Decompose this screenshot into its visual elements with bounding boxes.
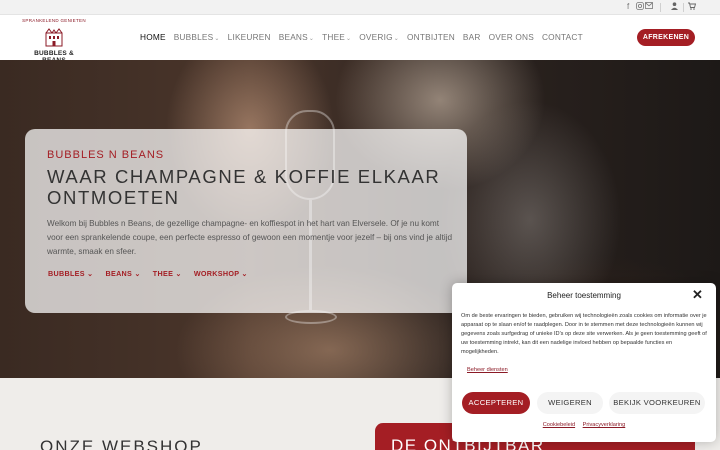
hero-link-bubbles[interactable]: BUBBLES ⌄ xyxy=(48,269,93,278)
chevron-down-icon: ⌄ xyxy=(134,269,141,278)
building-icon xyxy=(45,28,63,47)
checkout-button[interactable]: AFREKENEN xyxy=(637,29,695,46)
hero-link-thee[interactable]: THEE ⌄ xyxy=(153,269,182,278)
chevron-down-icon: ⌄ xyxy=(393,36,399,42)
divider xyxy=(660,3,661,12)
nav-label: ONTBIJTEN xyxy=(407,32,455,42)
deny-button[interactable]: WEIGEREN xyxy=(537,392,603,414)
chevron-down-icon: ⌄ xyxy=(241,269,248,278)
dialog-footer-links: Cookiebeleid Privacyverklaring xyxy=(452,422,716,428)
nav-item-bubbles[interactable]: BUBBLES⌄ xyxy=(174,32,220,44)
cart-icon[interactable] xyxy=(688,2,697,13)
nav-label: HOME xyxy=(140,32,166,42)
dialog-title: Beheer toestemming xyxy=(547,291,621,300)
dialog-body: Om de beste ervaringen te bieden, gebrui… xyxy=(461,313,707,355)
cookie-policy-link[interactable]: Cookiebeleid xyxy=(543,422,575,428)
manage-services-link[interactable]: Beheer diensten xyxy=(467,367,508,373)
nav-label: BAR xyxy=(462,32,481,42)
link-label: BEANS xyxy=(105,269,133,278)
hero-link-workshop[interactable]: WORKSHOP ⌄ xyxy=(194,269,248,278)
chevron-down-icon: ⌄ xyxy=(308,36,315,42)
nav-item-likeuren[interactable]: LIKEUREN xyxy=(228,32,271,44)
webshop-heading: ONZE WEBSHOP xyxy=(40,437,203,450)
privacy-link[interactable]: Privacyverklaring xyxy=(583,422,626,428)
hero-links: BUBBLES ⌄ BEANS ⌄ THEE ⌄ WORKSHOP ⌄ xyxy=(48,269,260,278)
link-label: BUBBLES xyxy=(48,269,85,278)
nav-item-beans[interactable]: BEANS⌄ xyxy=(279,32,314,44)
accept-button[interactable]: ACCEPTEREN xyxy=(462,392,530,414)
nav-label: CONTACT xyxy=(541,32,583,42)
divider xyxy=(683,3,684,12)
nav-item-over-ons[interactable]: OVER ONS xyxy=(489,32,534,44)
link-label: THEE xyxy=(152,269,174,278)
nav-label: OVER ONS xyxy=(488,32,534,42)
chevron-down-icon: ⌄ xyxy=(214,36,220,42)
site-header: SPRANKELEND GENIETEN BUBBLES & BEANS HOM… xyxy=(0,15,720,64)
hero-panel: BUBBLES N BEANS WAAR CHAMPAGNE & KOFFIE … xyxy=(25,129,467,313)
nav-item-home[interactable]: HOME xyxy=(140,32,166,44)
hero-description: Welkom bij Bubbles n Beans, de gezellige… xyxy=(47,219,453,256)
nav-item-overig[interactable]: OVERIG⌄ xyxy=(359,32,399,44)
nav-label: THEE xyxy=(322,32,346,42)
nav-item-bar[interactable]: BAR xyxy=(463,32,481,44)
nav-item-ontbijten[interactable]: ONTBIJTEN xyxy=(407,32,455,44)
nav-item-thee[interactable]: THEE⌄ xyxy=(322,32,351,44)
chevron-down-icon: ⌄ xyxy=(175,269,182,278)
cookie-consent-dialog: Beheer toestemming ✕ Om de beste ervarin… xyxy=(452,283,716,442)
email-icon[interactable] xyxy=(645,2,653,12)
facebook-icon[interactable]: f xyxy=(627,2,629,12)
nav-item-contact[interactable]: CONTACT xyxy=(542,32,583,44)
chevron-down-icon: ⌄ xyxy=(346,36,352,42)
view-preferences-button[interactable]: BEKIJK VOORKEUREN xyxy=(609,392,705,414)
nav-label: LIKEUREN xyxy=(227,32,271,42)
main-nav: HOME BUBBLES⌄ LIKEUREN BEANS⌄ THEE⌄ OVER… xyxy=(140,32,591,44)
user-icon[interactable] xyxy=(671,2,678,13)
logo-arc-text: SPRANKELEND GENIETEN xyxy=(22,18,86,23)
hero-title: WAAR CHAMPAGNE & KOFFIE ELKAAR ONTMOETEN xyxy=(47,166,441,208)
nav-label: OVERIG xyxy=(359,32,393,42)
hero-eyebrow: BUBBLES N BEANS xyxy=(47,149,165,161)
nav-label: BEANS xyxy=(278,32,308,42)
nav-label: BUBBLES xyxy=(173,32,214,42)
close-icon[interactable]: ✕ xyxy=(692,288,703,301)
brand-logo[interactable]: SPRANKELEND GENIETEN BUBBLES & BEANS xyxy=(22,18,86,64)
chevron-down-icon: ⌄ xyxy=(87,269,94,278)
instagram-icon[interactable] xyxy=(636,2,644,13)
hero-link-beans[interactable]: BEANS ⌄ xyxy=(105,269,140,278)
top-utility-bar: f xyxy=(0,0,720,15)
link-label: WORKSHOP xyxy=(193,269,240,278)
